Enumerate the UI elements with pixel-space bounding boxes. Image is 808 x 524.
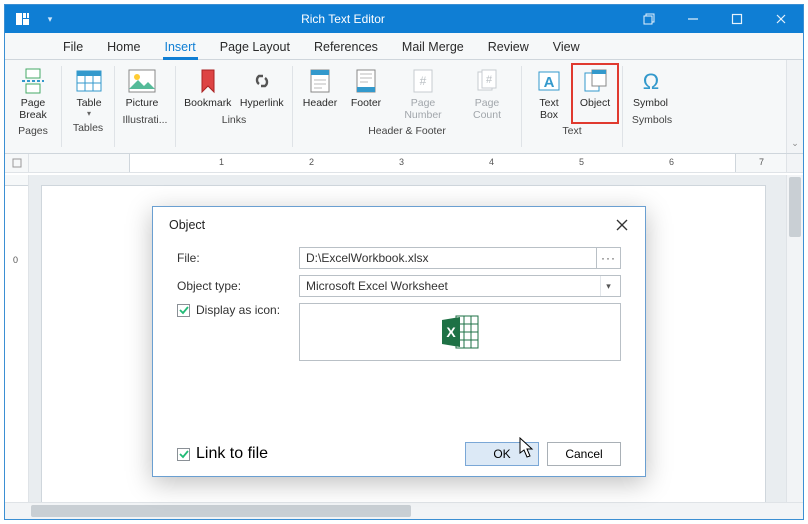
footer-icon: [351, 66, 381, 96]
ok-button[interactable]: OK: [465, 442, 539, 466]
page-count-button[interactable]: # Page Count: [457, 64, 517, 123]
app-icon: [5, 11, 41, 27]
group-label-links: Links: [176, 112, 292, 130]
header-icon: [305, 66, 335, 96]
file-input[interactable]: D:\ExcelWorkbook.xlsx: [299, 247, 597, 269]
group-label-tables: Tables: [62, 120, 114, 138]
svg-text:#: #: [420, 74, 427, 88]
group-label-illustrations: Illustrati...: [115, 112, 175, 130]
link-to-file-checkbox[interactable]: [177, 448, 190, 461]
file-label: File:: [177, 251, 299, 265]
tab-mail-merge[interactable]: Mail Merge: [400, 36, 466, 59]
tab-view[interactable]: View: [551, 36, 582, 59]
picture-icon: [127, 66, 157, 96]
table-icon: [74, 66, 104, 96]
hyperlink-icon: [247, 66, 277, 96]
title-bar: ▾ Rich Text Editor: [5, 5, 803, 33]
svg-text:Ω: Ω: [642, 69, 658, 94]
minimize-button[interactable]: [671, 5, 715, 33]
dialog-close-button[interactable]: [609, 212, 635, 238]
table-button[interactable]: Table ▾: [66, 64, 112, 120]
tab-home[interactable]: Home: [105, 36, 142, 59]
svg-text:#: #: [486, 74, 493, 86]
page-break-icon: [18, 66, 48, 96]
tab-page-layout[interactable]: Page Layout: [218, 36, 292, 59]
object-icon: [580, 66, 610, 96]
page-number-icon: #: [408, 66, 438, 96]
link-to-file-label: Link to file: [196, 445, 268, 463]
object-button[interactable]: Object: [572, 64, 618, 123]
tab-insert[interactable]: Insert: [163, 36, 198, 59]
svg-text:X: X: [446, 324, 456, 340]
tab-references[interactable]: References: [312, 36, 380, 59]
ribbon-tabs: File Home Insert Page Layout References …: [5, 33, 803, 60]
ribbon-collapse[interactable]: ⌄: [786, 60, 803, 153]
group-label-header-footer: Header & Footer: [293, 123, 521, 141]
object-type-select[interactable]: Microsoft Excel Worksheet ▾: [299, 275, 621, 297]
object-dialog: Object File: D:\ExcelWorkbook.xlsx ··· O…: [152, 206, 646, 477]
vertical-ruler: 0: [5, 175, 29, 502]
ribbon: Page Break Pages Table ▾ Tables: [5, 60, 803, 154]
header-button[interactable]: Header: [297, 64, 343, 123]
chevron-down-icon: ▾: [600, 276, 616, 296]
vertical-scrollbar[interactable]: [786, 175, 803, 502]
close-button[interactable]: [759, 5, 803, 33]
ruler-corner: [5, 154, 29, 172]
horizontal-scrollbar[interactable]: [5, 502, 803, 519]
symbol-icon: Ω: [636, 66, 666, 96]
group-label-text: Text: [522, 123, 622, 141]
hyperlink-button[interactable]: Hyperlink: [236, 64, 288, 112]
svg-text:A: A: [544, 74, 555, 91]
group-label-symbols: Symbols: [623, 112, 681, 130]
bookmark-button[interactable]: Bookmark: [180, 64, 236, 112]
text-box-icon: A: [534, 66, 564, 96]
cancel-button[interactable]: Cancel: [547, 442, 621, 466]
tab-file[interactable]: File: [61, 36, 85, 59]
excel-icon: X: [438, 312, 482, 352]
symbol-button[interactable]: Ω Symbol: [627, 64, 674, 112]
horizontal-ruler: 1 2 3 4 5 6 7: [5, 154, 803, 173]
text-box-button[interactable]: A Text Box: [526, 64, 572, 123]
page-break-button[interactable]: Page Break: [9, 64, 57, 123]
chevron-down-icon: ▾: [87, 110, 91, 118]
picture-button[interactable]: Picture: [119, 64, 165, 112]
browse-button[interactable]: ···: [597, 247, 621, 269]
page-number-button[interactable]: # Page Number: [389, 64, 457, 123]
icon-preview: X: [299, 303, 621, 361]
qat-dropdown[interactable]: ▾: [41, 14, 59, 25]
tab-review[interactable]: Review: [486, 36, 531, 59]
display-as-icon-checkbox[interactable]: [177, 304, 190, 317]
maximize-button[interactable]: [715, 5, 759, 33]
display-as-icon-label: Display as icon:: [196, 303, 280, 317]
restore-button[interactable]: [627, 5, 671, 33]
footer-button[interactable]: Footer: [343, 64, 389, 123]
group-label-pages: Pages: [5, 123, 61, 141]
scroll-up[interactable]: [786, 154, 803, 172]
window-title: Rich Text Editor: [59, 12, 627, 26]
object-type-label: Object type:: [177, 279, 299, 293]
bookmark-icon: [193, 66, 223, 96]
dialog-title: Object: [169, 218, 205, 232]
page-count-icon: #: [472, 66, 502, 96]
